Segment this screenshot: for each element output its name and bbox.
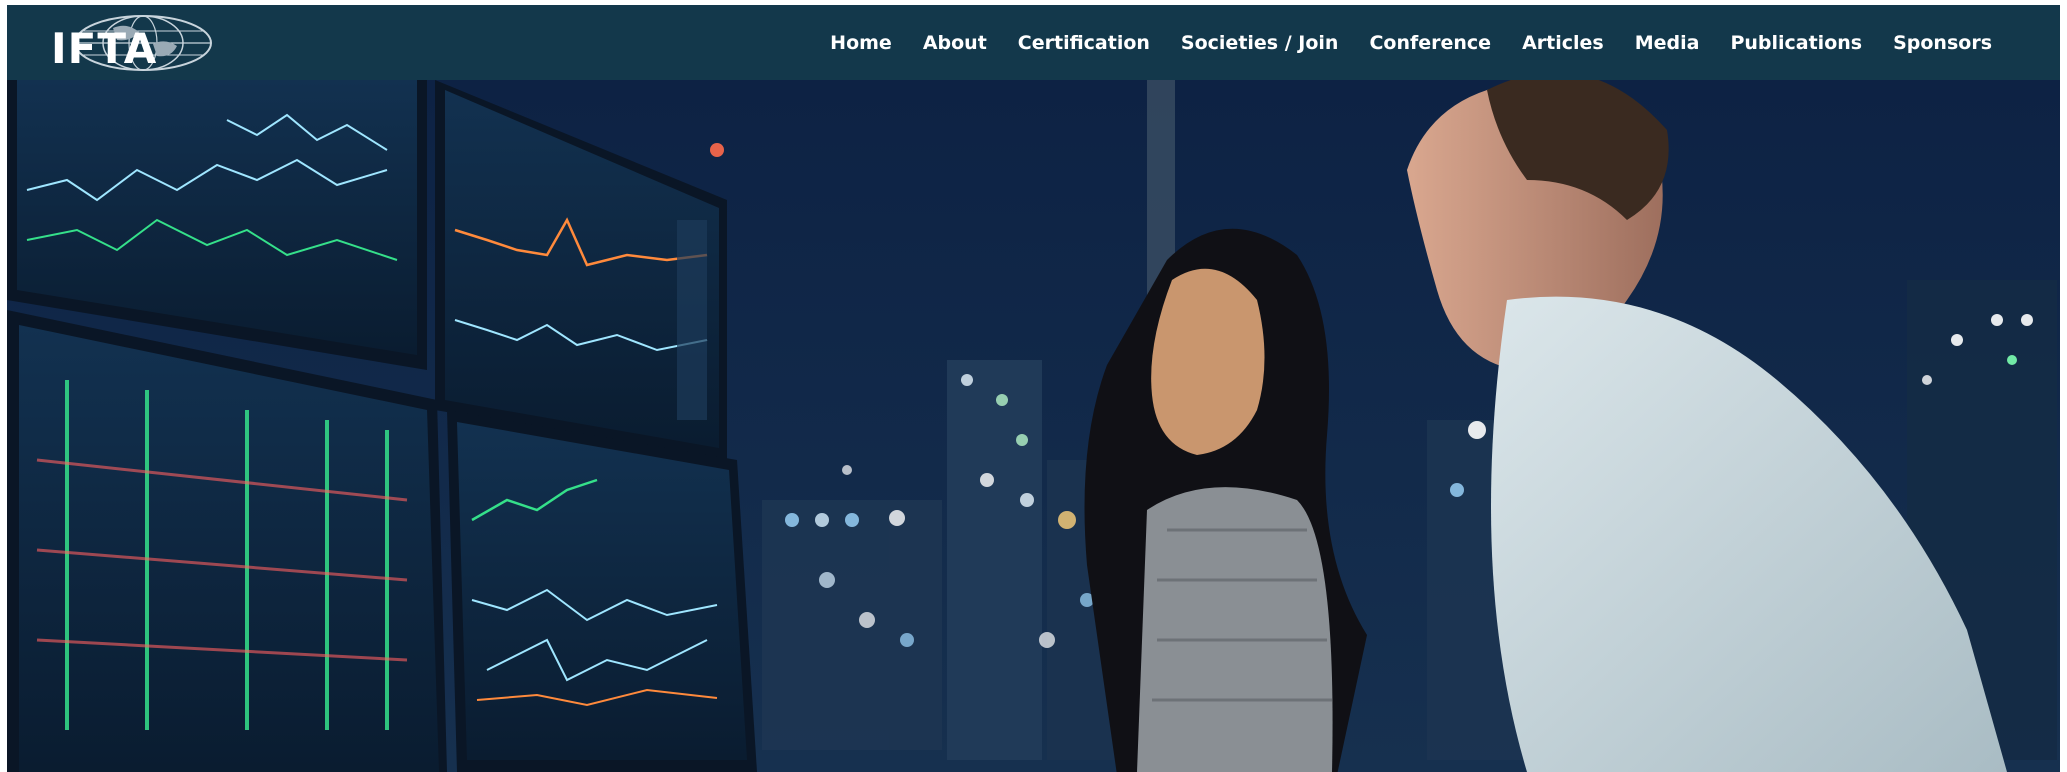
nav-about[interactable]: About <box>923 32 987 54</box>
nav-media[interactable]: Media <box>1635 32 1700 54</box>
main-nav: Home About Certification Societies / Joi… <box>830 5 1992 80</box>
hero-image <box>7 80 2060 772</box>
nav-societies-join[interactable]: Societies / Join <box>1181 32 1339 54</box>
site-header: IFTA Home About Certification Societies … <box>7 5 2060 80</box>
nav-sponsors[interactable]: Sponsors <box>1893 32 1992 54</box>
nav-conference[interactable]: Conference <box>1369 32 1491 54</box>
monitor-bottom-right <box>447 410 757 772</box>
nav-certification[interactable]: Certification <box>1018 32 1150 54</box>
nav-home[interactable]: Home <box>830 32 892 54</box>
logo-text: IFTA <box>51 24 158 73</box>
page-frame: IFTA Home About Certification Societies … <box>7 5 2060 772</box>
nav-publications[interactable]: Publications <box>1730 32 1862 54</box>
hero-illustration <box>7 80 2060 772</box>
nav-articles[interactable]: Articles <box>1522 32 1604 54</box>
ifta-logo[interactable]: IFTA <box>43 14 213 73</box>
